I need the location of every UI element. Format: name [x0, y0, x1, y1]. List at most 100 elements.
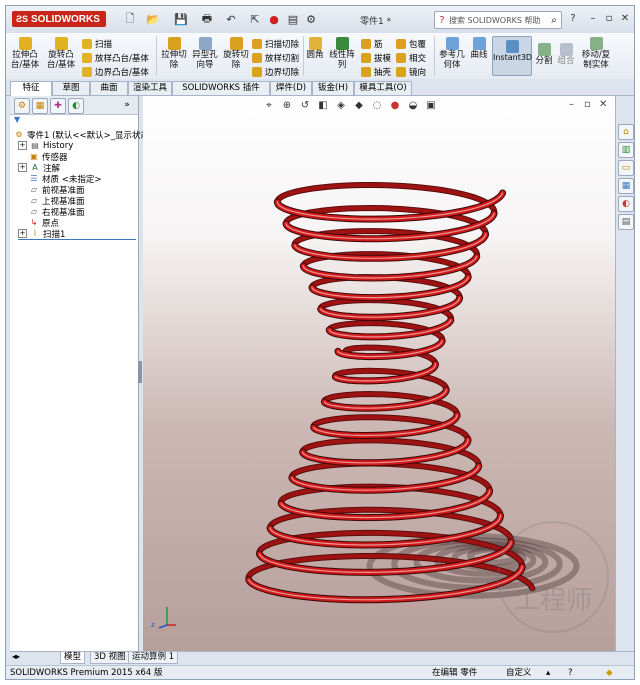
tab-3d-views[interactable]: 3D 视图: [90, 652, 130, 664]
mirror-icon: [396, 67, 406, 77]
expand-icon[interactable]: +: [18, 141, 27, 150]
combine-button[interactable]: 组合: [556, 43, 576, 66]
close-icon[interactable]: ✕: [618, 12, 632, 26]
help-search-box[interactable]: ? 搜索 SOLIDWORKS 帮助 ⌕: [434, 11, 562, 29]
expand-icon[interactable]: +: [18, 163, 27, 172]
custom-properties-icon[interactable]: ▤: [618, 214, 634, 230]
tree-item-sweep1[interactable]: + ⌇ 扫描1: [18, 228, 136, 240]
expand-icon[interactable]: +: [18, 229, 27, 238]
solidworks-logo-icon[interactable]: ƧS SOLIDWORKS: [12, 11, 106, 27]
draft-button[interactable]: 拔模: [361, 52, 391, 64]
new-icon[interactable]: 🗋: [124, 12, 136, 26]
tree-item-history[interactable]: + ▤ History: [18, 140, 73, 151]
sweep-button[interactable]: 扫描: [82, 38, 112, 50]
tab-surfaces[interactable]: 曲面: [90, 81, 128, 95]
panel-splitter[interactable]: [138, 361, 142, 383]
filter-bar[interactable]: ▼: [10, 115, 138, 125]
tab-motion-study[interactable]: 运动算例 1: [128, 652, 179, 664]
tree-item-right-plane[interactable]: ▱ 右视基准面: [29, 206, 85, 218]
intersect-button[interactable]: 相交: [396, 52, 426, 64]
swept-cut-button[interactable]: 扫描切除: [252, 38, 299, 50]
design-library-icon[interactable]: ▥: [618, 142, 634, 158]
wrap-button[interactable]: 包覆: [396, 38, 426, 50]
instant3d-button[interactable]: Instant3D: [492, 36, 532, 76]
tab-mold-tools[interactable]: 模具工具(O): [354, 81, 412, 95]
split-button[interactable]: 分割: [534, 43, 554, 66]
lofted-cut-button[interactable]: 放样切割: [252, 52, 299, 64]
tree-item-front-plane[interactable]: ▱ 前视基准面: [29, 184, 85, 196]
property-manager-tab-icon[interactable]: ▦: [32, 98, 48, 114]
print-icon[interactable]: 🖶: [198, 12, 216, 26]
rib-button[interactable]: 筋: [361, 38, 383, 50]
shell-icon: [361, 67, 371, 77]
help-status-icon[interactable]: ?: [568, 666, 573, 679]
file-properties-icon[interactable]: ▤: [286, 12, 300, 26]
shell-button[interactable]: 抽壳: [361, 66, 391, 78]
tab-sheet-metal[interactable]: 钣金(H): [312, 81, 354, 95]
curves-icon: [472, 37, 486, 50]
graphics-area[interactable]: ⌖ ⊕ ↺ ◧ ◈ ◆ ◌ ● ◒ ▣ – ▫ ✕ 工程师 z: [143, 96, 615, 651]
fillet-button[interactable]: 圆角: [305, 37, 325, 60]
display-manager-tab-icon[interactable]: ◐: [68, 98, 84, 114]
tree-item-annotations[interactable]: + A 注解: [18, 162, 60, 174]
undo-icon[interactable]: ↶: [222, 12, 240, 26]
help-icon[interactable]: ?: [566, 12, 580, 26]
mirror-button[interactable]: 镜向: [396, 66, 426, 78]
save-icon[interactable]: 💾: [172, 12, 190, 26]
rebuild-icon[interactable]: ●: [268, 12, 280, 26]
revolve-cut-icon: [229, 37, 243, 50]
resources-icon[interactable]: ⌂: [618, 124, 634, 140]
boundary-cut-button[interactable]: 边界切除: [252, 66, 299, 78]
material-icon: ☰: [30, 173, 38, 183]
extrude-boss-icon: [18, 37, 32, 50]
restore-icon[interactable]: ▫: [602, 12, 616, 26]
revolve-boss-button[interactable]: 旋转凸 台/基体: [46, 37, 76, 70]
extrude-boss-button[interactable]: 拉伸凸 台/基体: [10, 37, 40, 70]
revolve-boss-icon: [54, 37, 68, 50]
units-dropdown-icon[interactable]: ▴: [546, 666, 550, 679]
reference-geometry-button[interactable]: 参考几 何体: [436, 37, 468, 70]
tree-item-origin[interactable]: ↳ 原点: [29, 217, 59, 229]
linear-pattern-icon: [335, 37, 349, 50]
tab-render-tools[interactable]: 渲染工具: [128, 81, 172, 95]
feature-tree-tab-icon[interactable]: ⚙: [14, 98, 30, 114]
open-icon[interactable]: 📂: [144, 12, 162, 26]
linear-pattern-button[interactable]: 线性阵 列: [326, 37, 358, 70]
rebuild-status-icon[interactable]: ◆: [606, 666, 613, 679]
tree-root[interactable]: ⚙ 零件1 (默认<<默认>_显示状态: [14, 129, 149, 141]
command-manager-tabs: 特征 草图 曲面 渲染工具 SOLIDWORKS 插件 焊件(D) 钣金(H) …: [6, 79, 634, 96]
tree-item-top-plane[interactable]: ▱ 上视基准面: [29, 195, 85, 207]
options-icon[interactable]: ⚙: [304, 12, 318, 26]
curves-button[interactable]: 曲线: [468, 37, 490, 60]
select-icon[interactable]: ⇱: [246, 12, 264, 26]
configuration-tab-icon[interactable]: ✚: [50, 98, 66, 114]
tab-sketch[interactable]: 草图: [52, 81, 90, 95]
revolve-cut-button[interactable]: 旋转切 除: [221, 37, 251, 70]
extrude-cut-button[interactable]: 拉伸切 除: [159, 37, 189, 70]
search-icon[interactable]: ⌕: [547, 15, 561, 26]
tab-scroll-icon[interactable]: ◂▸: [12, 652, 20, 661]
tab-features[interactable]: 特征: [10, 81, 52, 96]
boundary-boss-button[interactable]: 边界凸台/基体: [82, 66, 149, 78]
tree-item-sensors[interactable]: ▣ 传感器: [29, 151, 67, 163]
loft-button[interactable]: 放样凸台/基体: [82, 52, 149, 64]
sweep-feature-icon: ⌇: [33, 228, 37, 238]
units-selector[interactable]: 自定义: [506, 666, 532, 679]
tree-item-material[interactable]: ☰ 材质 <未指定>: [29, 173, 101, 185]
tab-model[interactable]: 模型: [60, 652, 86, 664]
history-icon: ▤: [31, 140, 39, 150]
panel-expand-icon[interactable]: »: [120, 98, 134, 112]
origin-icon: ↳: [30, 217, 38, 227]
move-copy-body-button[interactable]: 移动/复 制实体: [579, 37, 613, 70]
help-search-icon: ?: [439, 14, 445, 26]
minimize-icon[interactable]: –: [586, 12, 600, 26]
tab-addins[interactable]: SOLIDWORKS 插件: [172, 81, 270, 95]
appearances-icon[interactable]: ◐: [618, 196, 634, 212]
file-explorer-icon[interactable]: ▭: [618, 160, 634, 176]
view-palette-icon[interactable]: ▦: [618, 178, 634, 194]
hole-wizard-button[interactable]: 异型孔 向导: [190, 37, 220, 70]
filter-icon[interactable]: ▼: [14, 115, 20, 124]
task-pane: ⌂ ▥ ▭ ▦ ◐ ▤: [615, 96, 634, 651]
help-search-input[interactable]: 搜索 SOLIDWORKS 帮助: [449, 15, 547, 26]
tab-weldments[interactable]: 焊件(D): [270, 81, 312, 95]
